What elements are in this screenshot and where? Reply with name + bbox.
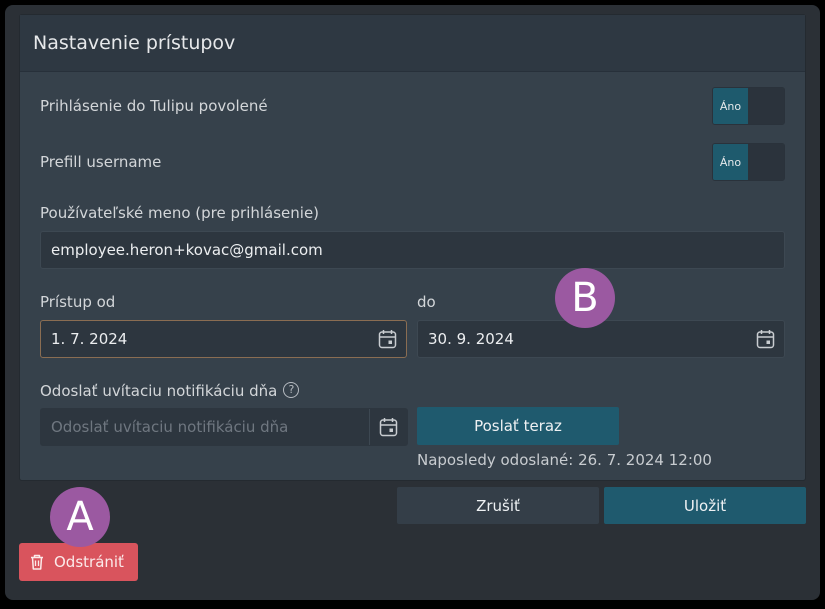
access-from-input[interactable]: 1. 7. 2024 (40, 320, 407, 358)
dialog-title: Nastavenie prístupov (33, 32, 236, 54)
prefill-username-row: Prefill username Áno (20, 143, 805, 181)
trash-icon (29, 553, 45, 571)
send-now-button[interactable]: Poslať teraz (417, 407, 619, 445)
delete-button[interactable]: Odstrániť (19, 543, 138, 581)
login-enabled-toggle-off (748, 88, 784, 124)
login-enabled-row: Prihlásenie do Tulipu povolené Áno (20, 87, 805, 125)
cancel-button[interactable]: Zrušiť (397, 487, 599, 524)
question-circle-icon[interactable]: ? (283, 381, 300, 398)
access-settings-dialog: Nastavenie prístupov Prihlásenie do Tuli… (19, 14, 806, 481)
dialog-header: Nastavenie prístupov (20, 15, 805, 72)
login-enabled-label: Prihlásenie do Tulipu povolené (40, 97, 268, 115)
delete-label: Odstrániť (54, 553, 124, 571)
access-to-input[interactable]: 30. 9. 2024 (417, 320, 785, 358)
access-to-label: do (417, 293, 436, 311)
calendar-icon[interactable] (368, 321, 406, 357)
welcome-notification-label-row: Odoslať uvítaciu notifikáciu dňa? (40, 381, 300, 400)
access-from-value: 1. 7. 2024 (51, 330, 128, 348)
access-to-value: 30. 9. 2024 (428, 330, 514, 348)
calendar-icon[interactable] (746, 321, 784, 357)
login-enabled-toggle-on: Áno (713, 88, 748, 124)
last-sent-text: Naposledy odoslané: 26. 7. 2024 12:00 (417, 451, 712, 469)
username-input[interactable]: employee.heron+kovac@gmail.com (40, 231, 785, 269)
username-label: Používateľské meno (pre prihlásenie) (40, 204, 320, 222)
calendar-icon[interactable] (369, 409, 407, 445)
access-from-label: Prístup od (40, 293, 116, 311)
username-value: employee.heron+kovac@gmail.com (51, 241, 323, 259)
prefill-username-toggle[interactable]: Áno (712, 143, 785, 181)
prefill-username-toggle-on: Áno (713, 144, 748, 180)
save-button[interactable]: Uložiť (604, 487, 806, 524)
welcome-notification-placeholder: Odoslať uvítaciu notifikáciu dňa (51, 418, 289, 436)
welcome-notification-label: Odoslať uvítaciu notifikáciu dňa (40, 382, 278, 400)
prefill-username-toggle-off (748, 144, 784, 180)
welcome-notification-input[interactable]: Odoslať uvítaciu notifikáciu dňa (40, 408, 408, 446)
prefill-username-label: Prefill username (40, 153, 162, 171)
annotation-badge-b: B (555, 268, 615, 328)
login-enabled-toggle[interactable]: Áno (712, 87, 785, 125)
annotation-badge-a: A (50, 487, 110, 547)
